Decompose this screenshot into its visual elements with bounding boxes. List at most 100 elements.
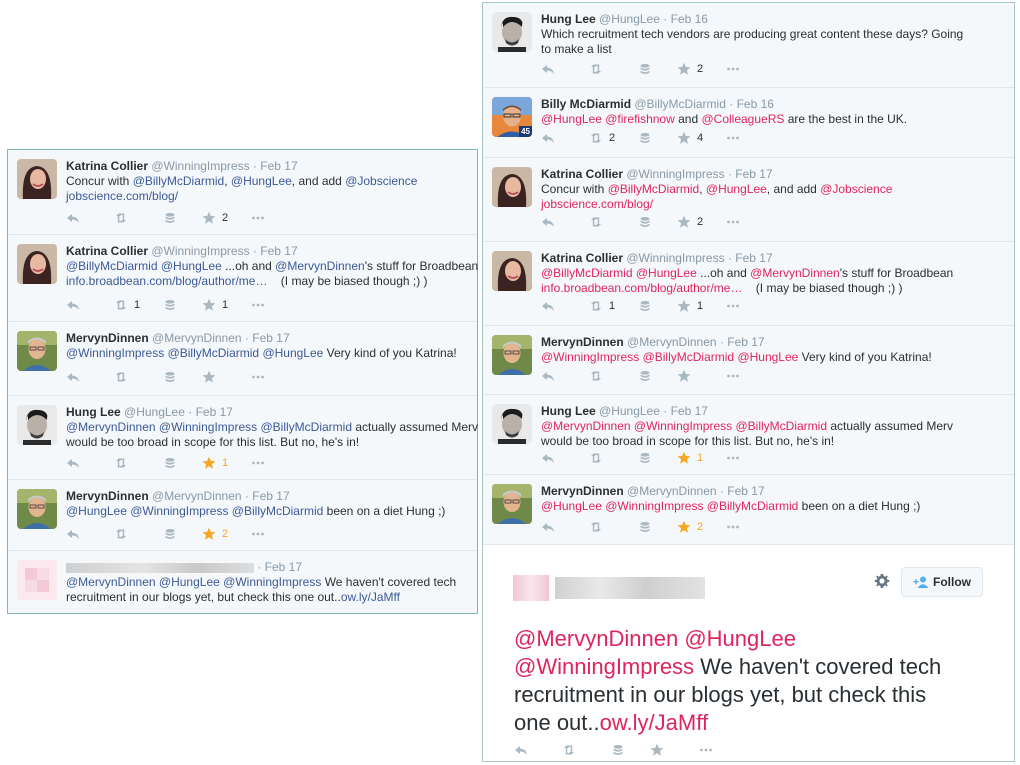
- stack-button[interactable]: [638, 450, 652, 466]
- more-icon[interactable]: [251, 211, 265, 225]
- mention-link[interactable]: ow.ly/JaMff: [600, 710, 708, 735]
- tweet-date[interactable]: Feb 17: [735, 167, 772, 181]
- avatar[interactable]: [17, 560, 57, 600]
- star-button[interactable]: 1: [677, 450, 703, 466]
- reply-icon[interactable]: [66, 370, 80, 384]
- mention-link[interactable]: @HungLee: [231, 174, 292, 188]
- mention-link[interactable]: @HungLee: [706, 182, 767, 196]
- mention-link[interactable]: @BillyMcDiarmid: [735, 419, 827, 433]
- author-name[interactable]: Hung Lee: [541, 404, 596, 418]
- author-name[interactable]: MervynDinnen: [66, 331, 149, 345]
- star-icon[interactable]: [202, 298, 216, 312]
- retweet-button[interactable]: [589, 368, 603, 384]
- tweet-item[interactable]: · Feb 17 @MervynDinnen @HungLee @WinningI…: [8, 551, 477, 614]
- more-button[interactable]: [726, 368, 740, 384]
- reply-icon[interactable]: [66, 298, 80, 312]
- more-button[interactable]: [251, 526, 265, 542]
- avatar[interactable]: [492, 404, 532, 444]
- stack-icon[interactable]: [163, 456, 177, 470]
- mention-link[interactable]: @MervynDinnen: [541, 419, 631, 433]
- star-button[interactable]: [202, 369, 216, 385]
- stack-button[interactable]: [163, 526, 177, 542]
- retweet-icon[interactable]: [589, 520, 603, 534]
- mention-link[interactable]: @HungLee: [541, 499, 602, 513]
- retweet-icon[interactable]: [589, 451, 603, 465]
- mention-link[interactable]: @HungLee: [161, 259, 222, 273]
- mention-link[interactable]: @HungLee: [737, 350, 798, 364]
- mention-link[interactable]: @HungLee: [66, 504, 127, 518]
- star-button[interactable]: 1: [677, 298, 703, 314]
- star-button[interactable]: 4: [677, 130, 703, 146]
- star-icon[interactable]: [202, 370, 216, 384]
- retweet-icon[interactable]: [589, 215, 603, 229]
- tweet-item[interactable]: Katrina Collier @WinningImpress · Feb 17…: [483, 242, 1014, 326]
- author-name[interactable]: MervynDinnen: [541, 335, 624, 349]
- mention-link[interactable]: @WinningImpress: [514, 654, 694, 679]
- star-icon[interactable]: [677, 451, 691, 465]
- stack-icon[interactable]: [163, 211, 177, 225]
- reply-button[interactable]: [541, 214, 555, 230]
- mention-link[interactable]: @HungLee: [159, 575, 220, 589]
- avatar[interactable]: [17, 489, 57, 529]
- more-icon[interactable]: [726, 131, 740, 145]
- star-icon[interactable]: [202, 527, 216, 541]
- more-button[interactable]: [726, 298, 740, 314]
- avatar[interactable]: [17, 331, 57, 371]
- mention-link[interactable]: @BillyMcDiarmid: [260, 420, 352, 434]
- stack-button[interactable]: [638, 368, 652, 384]
- star-button[interactable]: 1: [202, 297, 228, 313]
- reply-icon[interactable]: [66, 527, 80, 541]
- author-handle[interactable]: @HungLee: [599, 404, 660, 418]
- reply-icon[interactable]: [541, 520, 555, 534]
- tweet-item[interactable]: Hung Lee @HungLee · Feb 17 @MervynDinnen …: [483, 395, 1014, 475]
- mention-link[interactable]: @WinningImpress: [605, 499, 703, 513]
- retweet-icon[interactable]: [114, 456, 128, 470]
- mention-link[interactable]: info.broadbean.com/blog/author/me…: [541, 281, 742, 295]
- star-button[interactable]: 2: [677, 519, 703, 535]
- more-icon[interactable]: [726, 215, 740, 229]
- tweet-date[interactable]: Feb 17: [260, 159, 297, 173]
- author-handle[interactable]: @WinningImpress: [626, 251, 724, 265]
- stack-button[interactable]: [638, 519, 652, 535]
- star-icon[interactable]: [677, 520, 691, 534]
- more-icon[interactable]: [251, 298, 265, 312]
- mention-link[interactable]: @Jobscience: [820, 182, 892, 196]
- stack-icon[interactable]: [638, 299, 652, 313]
- gear-icon[interactable]: [874, 573, 890, 589]
- star-icon[interactable]: [677, 369, 691, 383]
- tweet-item[interactable]: MervynDinnen @MervynDinnen · Feb 17 @Winn…: [483, 326, 1014, 395]
- author-handle[interactable]: @MervynDinnen: [152, 489, 242, 503]
- avatar[interactable]: [17, 405, 57, 445]
- author-name[interactable]: Katrina Collier: [541, 167, 623, 181]
- mention-link[interactable]: jobscience.com/blog/: [66, 189, 178, 203]
- mention-link[interactable]: @ColleagueRS: [701, 112, 784, 126]
- follow-button[interactable]: Follow: [901, 567, 983, 597]
- author-handle[interactable]: @WinningImpress: [151, 244, 249, 258]
- retweet-button[interactable]: [562, 742, 576, 758]
- stack-button[interactable]: [638, 214, 652, 230]
- mention-link[interactable]: @MervynDinnen: [514, 626, 678, 651]
- retweet-button[interactable]: [114, 210, 128, 226]
- retweet-icon[interactable]: [589, 299, 603, 313]
- mention-link[interactable]: @WinningImpress: [223, 575, 321, 589]
- more-icon[interactable]: [726, 369, 740, 383]
- mention-link[interactable]: @HungLee: [684, 626, 796, 651]
- tweet-date[interactable]: Feb 17: [727, 484, 764, 498]
- tweet-date[interactable]: Feb 17: [196, 405, 233, 419]
- more-button[interactable]: [251, 210, 265, 226]
- avatar[interactable]: [17, 159, 57, 199]
- mention-link[interactable]: @WinningImpress: [66, 346, 164, 360]
- star-button[interactable]: [677, 368, 691, 384]
- more-button[interactable]: [726, 450, 740, 466]
- mention-link[interactable]: @MervynDinnen: [66, 575, 156, 589]
- mention-link[interactable]: @WinningImpress: [634, 419, 732, 433]
- mention-link[interactable]: @WinningImpress: [159, 420, 257, 434]
- reply-button[interactable]: [541, 130, 555, 146]
- stack-button[interactable]: [163, 210, 177, 226]
- reply-icon[interactable]: [66, 211, 80, 225]
- reply-button[interactable]: [66, 210, 80, 226]
- main-tweet[interactable]: Follow @MervynDinnen @HungLee @WinningImpr…: [483, 545, 1014, 761]
- star-icon[interactable]: [677, 299, 691, 313]
- stack-button[interactable]: [163, 297, 177, 313]
- author-handle[interactable]: @MervynDinnen: [627, 484, 717, 498]
